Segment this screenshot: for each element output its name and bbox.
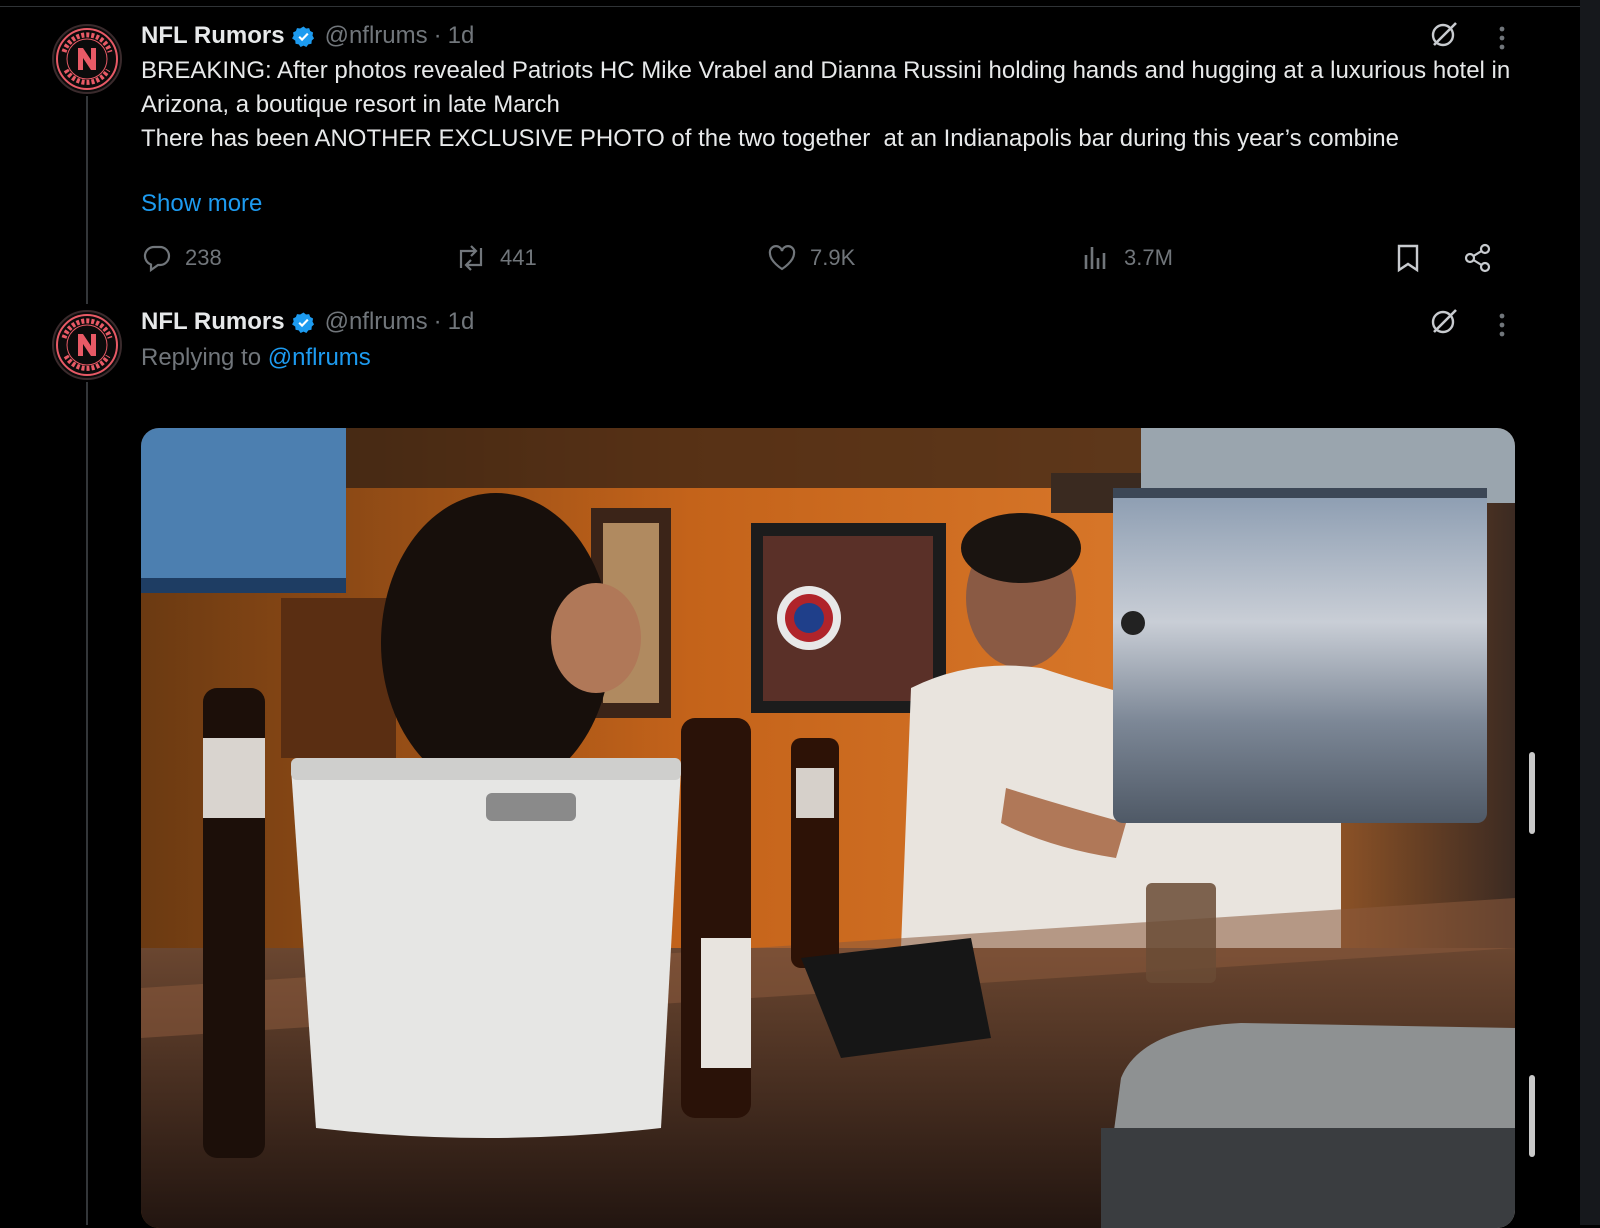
repost-icon — [459, 245, 483, 271]
more-icon[interactable] — [1486, 309, 1518, 341]
reply-icon — [143, 245, 171, 273]
timestamp[interactable]: 1d — [448, 22, 475, 50]
scrollbar-thumb[interactable] — [1529, 1075, 1535, 1157]
verified-badge-icon — [291, 25, 315, 48]
tweet-text-line: There has been ANOTHER EXCLUSIVE PHOTO o… — [141, 125, 1399, 152]
scrollbar-thumb[interactable] — [1529, 752, 1535, 834]
avatar[interactable] — [52, 310, 122, 380]
separator-dot: · — [433, 308, 442, 335]
tweet-text-line: BREAKING: After photos revealed Patriots… — [141, 57, 1516, 118]
grok-icon[interactable] — [1428, 305, 1460, 337]
replying-to-label: Replying to — [141, 344, 262, 371]
handle[interactable]: @nflrums — [325, 22, 428, 50]
show-more-link[interactable]: Show more — [141, 190, 262, 218]
separator-dot: · — [433, 22, 442, 49]
reply-count: 238 — [185, 245, 222, 270]
like-count: 7.9K — [810, 245, 856, 270]
repost-count: 441 — [500, 245, 537, 270]
bookmark-button[interactable] — [1390, 240, 1426, 276]
nfl-rumors-logo — [56, 314, 118, 376]
tweet-text: BREAKING: After photos revealed Patriots… — [141, 54, 1511, 156]
avatar[interactable] — [52, 24, 122, 94]
mention-link[interactable]: @nflrums — [268, 344, 371, 371]
top-divider — [0, 6, 1580, 7]
share-button[interactable] — [1460, 240, 1496, 276]
right-edge-panel — [1580, 0, 1600, 1225]
bar-scene-image — [141, 428, 1515, 1228]
like-button[interactable]: 7.9K — [766, 240, 855, 276]
tweet-header: NFL Rumors @nflrums · 1d — [141, 304, 474, 340]
tweet-photo[interactable] — [141, 428, 1515, 1228]
share-icon — [1464, 243, 1491, 273]
grok-icon[interactable] — [1428, 18, 1460, 50]
tweet-header: NFL Rumors @nflrums · 1d — [141, 18, 474, 54]
verified-badge-icon — [291, 311, 315, 334]
replying-to: Replying to @nflrums — [141, 344, 371, 372]
bookmark-icon — [1397, 244, 1419, 273]
views-button[interactable]: 3.7M — [1080, 240, 1173, 276]
display-name[interactable]: NFL Rumors — [141, 308, 285, 336]
timestamp[interactable]: 1d — [448, 308, 475, 336]
views-icon — [1084, 247, 1106, 269]
like-icon — [768, 245, 796, 271]
display-name[interactable]: NFL Rumors — [141, 22, 285, 50]
nfl-rumors-logo — [56, 28, 118, 90]
repost-button[interactable]: 441 — [454, 240, 537, 276]
thread-connector-line — [86, 96, 88, 304]
handle[interactable]: @nflrums — [325, 308, 428, 336]
more-icon[interactable] — [1486, 22, 1518, 54]
reply-button[interactable]: 238 — [141, 240, 222, 276]
thread-connector-line — [86, 382, 88, 1225]
view-count: 3.7M — [1124, 245, 1173, 270]
